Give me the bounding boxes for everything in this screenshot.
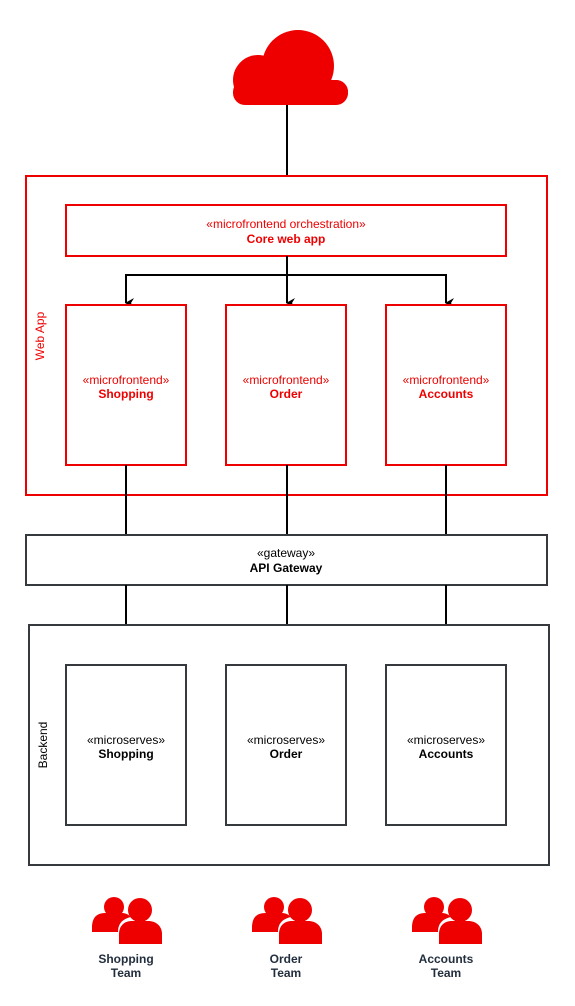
microfrontend-order: «microfrontend» Order (225, 304, 347, 466)
team-label-line2: Team (431, 966, 461, 980)
stereotype: «microserves» (407, 733, 485, 747)
users-icon (412, 897, 482, 944)
microservice-shopping: «microserves» Shopping (65, 664, 187, 826)
cloud-icon (233, 30, 348, 105)
stereotype: «microfrontend» (83, 373, 170, 387)
microfrontend-accounts: «microfrontend» Accounts (385, 304, 507, 466)
gateway-stereotype: «gateway» (257, 546, 315, 560)
team-shopping: Shopping Team (92, 897, 162, 980)
team-label-line2: Team (111, 966, 141, 980)
microfrontend-shopping: «microfrontend» Shopping (65, 304, 187, 466)
web-app-label: Web App (33, 311, 47, 360)
team-label-line2: Team (271, 966, 301, 980)
stereotype: «microserves» (87, 733, 165, 747)
backend-label: Backend (36, 722, 50, 769)
stereotype: «microfrontend» (243, 373, 330, 387)
team-label-line1: Accounts (419, 952, 474, 966)
name: Order (270, 747, 303, 761)
core-name: Core web app (247, 232, 326, 246)
microservice-accounts: «microserves» Accounts (385, 664, 507, 826)
architecture-diagram: Web App «microfrontend orchestration» Co… (25, 30, 550, 980)
team-label-line1: Shopping (98, 952, 153, 966)
team-accounts: Accounts Team (412, 897, 482, 980)
users-icon (92, 897, 162, 944)
name: Shopping (98, 747, 153, 761)
name: Shopping (98, 387, 153, 401)
stereotype: «microserves» (247, 733, 325, 747)
gateway-name: API Gateway (250, 561, 323, 575)
core-stereotype: «microfrontend orchestration» (206, 217, 366, 231)
microservice-order: «microserves» Order (225, 664, 347, 826)
users-icon (252, 897, 322, 944)
api-gateway-box (25, 534, 548, 586)
team-order: Order Team (252, 897, 322, 980)
name: Accounts (419, 747, 474, 761)
name: Order (270, 387, 303, 401)
stereotype: «microfrontend» (403, 373, 490, 387)
name: Accounts (419, 387, 474, 401)
team-label-line1: Order (270, 952, 303, 966)
